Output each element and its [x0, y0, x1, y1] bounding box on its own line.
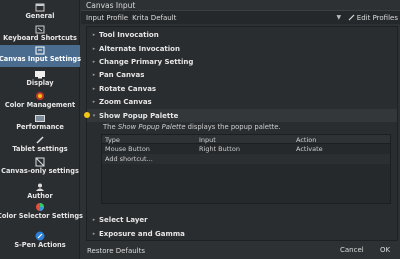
chevron-down-icon[interactable]: ▼: [334, 14, 344, 21]
sidebar-item-color-selector-settings[interactable]: Color Selector Settings: [0, 202, 83, 228]
display-icon: [33, 69, 47, 79]
page-title: Canvas Input: [86, 1, 136, 10]
sidebar-item-label: Author: [27, 192, 53, 200]
s-pen-icon: [33, 231, 47, 241]
general-icon: [33, 2, 47, 12]
tree-item-change-primary-setting[interactable]: ▸ Change Primary Setting: [87, 55, 397, 68]
sidebar-item-tablet-settings[interactable]: Tablet settings: [0, 135, 80, 155]
sidebar-item-label: Canvas Input Settings: [0, 55, 82, 63]
column-header-input[interactable]: Input: [199, 136, 216, 144]
action-description: The Show Popup Palette displays the popu…: [103, 123, 281, 131]
expand-icon[interactable]: ▸: [89, 32, 99, 38]
input-profile-row: Input Profile Krita Default ▼ Edit Profi…: [81, 11, 400, 24]
expand-icon[interactable]: ▸: [89, 46, 99, 52]
sidebar-item-label: Color Selector Settings: [0, 212, 83, 220]
tree-item-tool-invocation[interactable]: ▸ Tool Invocation: [87, 28, 397, 41]
tree-item-label: Change Primary Setting: [99, 57, 194, 66]
input-profile-label: Input Profile: [86, 13, 129, 22]
canvas-input-icon: [33, 45, 47, 55]
sidebar-item-label: General: [25, 12, 55, 20]
sidebar-item-display[interactable]: Display: [0, 69, 80, 89]
sidebar-item-canvas-only-settings[interactable]: Canvas-only settings: [0, 157, 80, 179]
table-row[interactable]: Mouse Button Right Button Activate: [102, 144, 390, 154]
expand-icon[interactable]: ▸: [89, 217, 99, 223]
table-cell[interactable]: Right Button: [199, 145, 240, 153]
pencil-icon: [348, 14, 355, 21]
dialog-footer: Restore Defaults Cancel OK: [81, 243, 400, 259]
column-header-type[interactable]: Type: [105, 136, 120, 144]
performance-icon: [33, 113, 47, 123]
sidebar-item-general[interactable]: General: [0, 2, 80, 22]
description-text: The: [103, 123, 118, 131]
sidebar-item-label: Canvas-only settings: [1, 167, 79, 175]
tree-item-show-popup-palette[interactable]: ▾ Show Popup Palette: [87, 109, 397, 122]
color-management-icon: [33, 91, 47, 101]
sidebar-item-label: Keyboard Shortcuts: [3, 34, 77, 42]
color-selector-icon: [33, 202, 47, 212]
sidebar-item-label: Tablet settings: [12, 145, 68, 153]
ok-button[interactable]: OK: [380, 246, 390, 254]
sidebar-item-keyboard-shortcuts[interactable]: Keyboard Shortcuts: [0, 24, 80, 44]
tree-item-exposure-and-gamma[interactable]: ▸ Exposure and Gamma: [87, 227, 397, 240]
expand-icon[interactable]: ▸: [89, 72, 99, 78]
sidebar-item-performance[interactable]: Performance: [0, 113, 80, 133]
tree-item-label: Show Popup Palette: [99, 111, 179, 120]
cursor-indicator: [84, 112, 90, 118]
table-cell[interactable]: Activate: [296, 145, 323, 153]
sidebar-item-color-management[interactable]: Color Management: [0, 91, 80, 111]
tree-item-label: Exposure and Gamma: [99, 229, 185, 238]
edit-profiles-button[interactable]: Edit Profiles: [348, 14, 398, 22]
tree-item-label: Tool Invocation: [99, 30, 159, 39]
tree-item-rotate-canvas[interactable]: ▸ Rotate Canvas: [87, 82, 397, 95]
sidebar-item-label: Color Management: [4, 101, 76, 109]
sidebar-item-s-pen-actions[interactable]: S-Pen Actions: [0, 231, 80, 253]
shortcut-table: Type Input Action Mouse Button Right But…: [101, 134, 391, 204]
column-header-action[interactable]: Action: [296, 136, 316, 144]
tree-item-label: Zoom Canvas: [99, 97, 152, 106]
sidebar: General Keyboard Shortcuts Canvas Input …: [0, 0, 83, 259]
sidebar-item-canvas-input-settings[interactable]: Canvas Input Settings: [0, 45, 82, 67]
table-cell[interactable]: Mouse Button: [105, 145, 150, 153]
expand-icon[interactable]: ▸: [89, 99, 99, 105]
tree-item-pan-canvas[interactable]: ▸ Pan Canvas: [87, 68, 397, 81]
tree-item-zoom-canvas[interactable]: ▸ Zoom Canvas: [87, 95, 397, 108]
tree-item-label: Rotate Canvas: [99, 84, 157, 93]
restore-defaults-button[interactable]: Restore Defaults: [87, 247, 145, 255]
add-shortcut-cell[interactable]: Add shortcut...: [105, 155, 153, 163]
author-icon: [33, 182, 47, 192]
tree-item-label: Alternate Invocation: [99, 44, 180, 53]
main-panel: Canvas Input Input Profile Krita Default…: [81, 0, 400, 259]
canvas-only-icon: [33, 157, 47, 167]
expand-icon[interactable]: ▸: [89, 59, 99, 65]
input-profile-select[interactable]: Krita Default: [132, 14, 334, 22]
table-header: Type Input Action: [102, 135, 390, 144]
tree-item-select-layer[interactable]: ▸ Select Layer: [87, 213, 397, 226]
cancel-button[interactable]: Cancel: [340, 246, 364, 254]
action-tree: ▸ Tool Invocation ▸ Alternate Invocation…: [86, 26, 398, 241]
tree-item-label: Pan Canvas: [99, 70, 145, 79]
sidebar-item-label: S-Pen Actions: [14, 241, 66, 249]
tablet-icon: [33, 135, 47, 145]
sidebar-item-label: Display: [26, 79, 54, 87]
expand-icon[interactable]: ▸: [89, 231, 99, 237]
edit-profiles-label: Edit Profiles: [356, 13, 398, 22]
description-action-name: Show Popup Palette: [117, 123, 186, 131]
tree-item-label: Select Layer: [99, 215, 148, 224]
table-row-add-shortcut[interactable]: Add shortcut...: [102, 154, 390, 164]
expand-icon[interactable]: ▸: [89, 86, 99, 92]
sidebar-item-label: Performance: [16, 123, 64, 131]
tree-item-alternate-invocation[interactable]: ▸ Alternate Invocation: [87, 42, 397, 55]
description-text: displays the popup palette.: [185, 123, 281, 131]
sidebar-item-author[interactable]: Author: [0, 182, 80, 200]
collapse-icon[interactable]: ▾: [89, 113, 99, 119]
keyboard-icon: [33, 24, 47, 34]
